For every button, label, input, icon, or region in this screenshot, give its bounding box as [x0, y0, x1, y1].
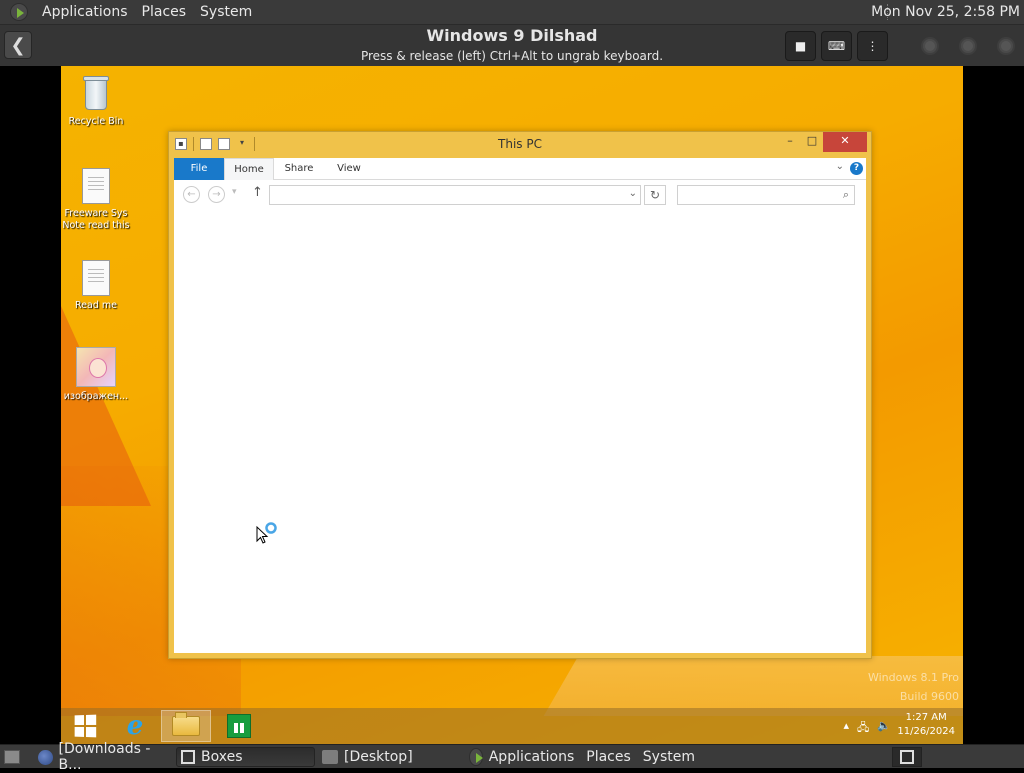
window-label: Boxes — [201, 749, 243, 765]
desktop-icon-label: Recycle Bin — [68, 116, 124, 127]
volume-icon[interactable]: 🔈 — [877, 719, 891, 738]
system-tray: ▴ 🖧 🔈 — [844, 719, 892, 738]
taskbar-internet-explorer[interactable]: e — [111, 710, 159, 742]
desktop-icon-freeware-note[interactable]: Freeware Sys Note read this — [61, 168, 131, 232]
ribbon-tabs: File Home Share View ⌄ ? — [174, 158, 866, 180]
mate-logo-icon[interactable] — [10, 3, 28, 21]
stop-button[interactable]: ■ — [785, 31, 816, 61]
clock[interactable]: Mon Nov 25, 2:58 PM — [871, 4, 1020, 20]
show-hidden-icons-icon[interactable]: ▴ — [844, 719, 850, 738]
window-title: This PC — [498, 137, 542, 151]
taskbar-time: 1:27 AM — [905, 712, 947, 723]
menu-places[interactable]: Places — [586, 749, 631, 765]
busy-cursor-icon — [256, 522, 277, 544]
windows-logo-icon — [74, 714, 97, 738]
guest-display[interactable]: Recycle Bin Freeware Sys Note read this … — [61, 66, 963, 744]
window-label: [Downloads - B... — [58, 741, 151, 773]
forward-nav-icon[interactable]: → — [208, 186, 225, 203]
bottom-panel: [Downloads - B... Boxes [Desktop] Applic… — [0, 741, 1024, 773]
windows-watermark: Windows 8.1 Pro Build 9600 — [868, 668, 959, 706]
menu-applications[interactable]: Applications — [489, 749, 575, 765]
properties-button[interactable]: ⋮ — [857, 31, 888, 61]
explorer-window[interactable]: ▪ ▾ This PC – □ ✕ File Home Share View ⌄… — [168, 131, 872, 659]
navigation-bar: ← → ▾ ↑ ⌄ ↻ ⌕ — [174, 184, 866, 206]
boxes-icon — [900, 750, 914, 764]
taskbar-window-desktop[interactable]: [Desktop] — [318, 747, 458, 767]
boxes-icon — [181, 750, 195, 764]
help-icon[interactable]: ? — [850, 162, 863, 175]
desktop-icon-read-me[interactable]: Read me — [61, 260, 131, 312]
desktop-icon-label: Freeware Sys Note read this — [62, 208, 130, 231]
desktop-icon-image[interactable]: изображен... — [61, 347, 134, 403]
tab-share[interactable]: Share — [274, 158, 324, 180]
menu-system[interactable]: System — [200, 4, 252, 20]
minimize-window-button[interactable] — [921, 37, 939, 55]
top-panel: Applications Places System Mon Nov 25, 2… — [0, 0, 1024, 25]
recycle-bin-icon — [81, 74, 111, 112]
mate-logo-icon[interactable] — [469, 748, 483, 766]
search-icon: ⌕ — [842, 188, 849, 201]
file-explorer-icon — [172, 712, 200, 736]
taskbar-window-downloads[interactable]: [Downloads - B... — [34, 741, 174, 773]
vertical-dots-icon: ⋮ — [866, 39, 879, 53]
taskbar-window-boxes[interactable]: Boxes — [176, 747, 315, 767]
watermark-build: Build 9600 — [899, 690, 959, 703]
address-dropdown-icon[interactable]: ⌄ — [629, 188, 637, 199]
keyboard-icon: ⌨ — [827, 39, 846, 53]
desktop-icon-label: Read me — [75, 300, 117, 311]
up-arrow-icon[interactable]: ↑ — [252, 185, 263, 200]
firefox-icon — [38, 749, 53, 765]
desktop-icon-recycle-bin[interactable]: Recycle Bin — [61, 74, 131, 128]
taskbar-store[interactable] — [215, 710, 263, 742]
recent-locations-icon[interactable]: ▾ — [232, 187, 237, 197]
window-label: [Desktop] — [344, 749, 413, 765]
explorer-titlebar[interactable]: ▪ ▾ This PC – □ ✕ — [169, 132, 871, 158]
keyboard-button[interactable]: ⌨ — [821, 31, 852, 61]
start-button[interactable] — [61, 710, 109, 742]
taskbar-clock[interactable]: 1:27 AM 11/26/2024 — [897, 711, 955, 739]
maximize-window-button[interactable] — [959, 37, 977, 55]
close-window-button[interactable] — [997, 37, 1015, 55]
bottom-menu-bar: Applications Places System — [465, 747, 695, 767]
network-icon[interactable]: 🖧 — [857, 719, 869, 738]
menu-system[interactable]: System — [643, 749, 695, 765]
workspace-switcher[interactable] — [892, 747, 922, 767]
image-file-icon — [76, 347, 116, 387]
guest-taskbar: e ▴ 🖧 🔈 1:27 AM 11/26/2024 — [61, 708, 963, 744]
explorer-content[interactable]: ← → ▾ ↑ ⌄ ↻ ⌕ — [174, 180, 866, 653]
refresh-icon[interactable]: ↻ — [644, 185, 666, 205]
boxes-header: ❮ Windows 9 Dilshad Press & release (lef… — [0, 25, 1024, 66]
folder-icon — [322, 750, 338, 764]
expand-ribbon-icon[interactable]: ⌄ — [836, 161, 844, 172]
text-document-icon — [82, 168, 110, 204]
close-button[interactable]: ✕ — [823, 132, 867, 152]
desktop-icon-label: изображен... — [63, 391, 129, 402]
taskbar-date: 11/26/2024 — [897, 726, 955, 737]
text-document-icon — [82, 260, 110, 296]
tab-view[interactable]: View — [324, 158, 374, 180]
taskbar-file-explorer[interactable] — [161, 710, 211, 742]
maximize-button[interactable]: □ — [801, 132, 823, 152]
back-nav-icon[interactable]: ← — [183, 186, 200, 203]
stop-icon: ■ — [794, 39, 807, 53]
tab-home[interactable]: Home — [224, 158, 274, 180]
top-menu-bar: Applications Places System — [10, 3, 252, 21]
show-desktop-button[interactable] — [0, 747, 30, 767]
store-icon — [227, 714, 251, 738]
show-desktop-icon — [4, 750, 20, 764]
menu-applications[interactable]: Applications — [42, 4, 128, 20]
tab-file[interactable]: File — [174, 158, 224, 180]
search-input[interactable]: ⌕ — [677, 185, 855, 205]
watermark-edition: Windows 8.1 Pro — [867, 671, 959, 684]
minimize-button[interactable]: – — [777, 132, 803, 152]
address-bar[interactable]: ⌄ — [269, 185, 641, 205]
menu-places[interactable]: Places — [142, 4, 187, 20]
internet-explorer-icon: e — [126, 711, 144, 741]
wallpaper-shape — [61, 306, 151, 506]
